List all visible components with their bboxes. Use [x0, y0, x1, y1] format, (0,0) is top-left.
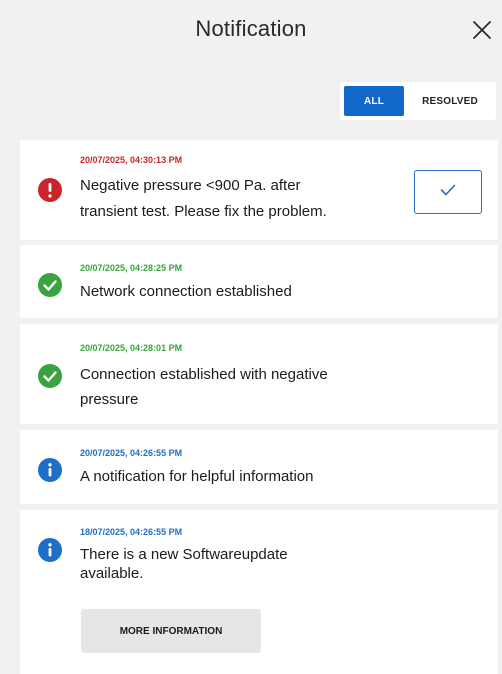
notification-timestamp: 20/07/2025, 04:26:55 PM [80, 448, 183, 458]
notification-message-line: Network connection established [80, 283, 292, 300]
notification-message-line: pressure [80, 391, 139, 408]
checkmark-icon [440, 183, 456, 201]
filter-resolved-button[interactable]: RESOLVED [404, 82, 496, 120]
panel-header: Notification [0, 0, 502, 64]
notification-message-line: Negative pressure <900 Pa. after [80, 177, 301, 194]
notification-panel: Notification ALL RESOLVED 20/07/2025, 04… [0, 0, 502, 674]
more-information-button[interactable]: MORE INFORMATION [81, 609, 261, 653]
notification-message-line: transient test. Please fix the problem. [80, 203, 327, 220]
info-icon [38, 538, 62, 562]
resolve-button[interactable] [414, 170, 482, 214]
close-icon[interactable] [470, 18, 494, 42]
notification-card-success: 20/07/2025, 04:28:01 PM Connection estab… [20, 324, 498, 424]
notification-card-info: 18/07/2025, 04:26:55 PM There is a new S… [20, 510, 498, 674]
notification-card-error: 20/07/2025, 04:30:13 PM Negative pressur… [20, 140, 498, 240]
notification-timestamp: 20/07/2025, 04:30:13 PM [80, 155, 183, 165]
filter-toggle: ALL RESOLVED [340, 82, 496, 120]
panel-title: Notification [195, 16, 307, 41]
success-icon [38, 273, 62, 297]
notification-message-line: Connection established with negative [80, 366, 328, 383]
error-icon [38, 178, 62, 202]
notification-timestamp: 18/07/2025, 04:26:55 PM [80, 527, 183, 537]
notification-message-line: A notification for helpful information [80, 468, 314, 485]
filter-all-button[interactable]: ALL [344, 86, 404, 116]
notification-timestamp: 20/07/2025, 04:28:01 PM [80, 343, 183, 353]
notification-card-success: 20/07/2025, 04:28:25 PM Network connecti… [20, 245, 498, 318]
info-icon [38, 458, 62, 482]
success-icon [38, 364, 62, 388]
notification-timestamp: 20/07/2025, 04:28:25 PM [80, 263, 183, 273]
notification-card-info: 20/07/2025, 04:26:55 PM A notification f… [20, 430, 498, 504]
notification-message-line: available. [80, 565, 144, 582]
